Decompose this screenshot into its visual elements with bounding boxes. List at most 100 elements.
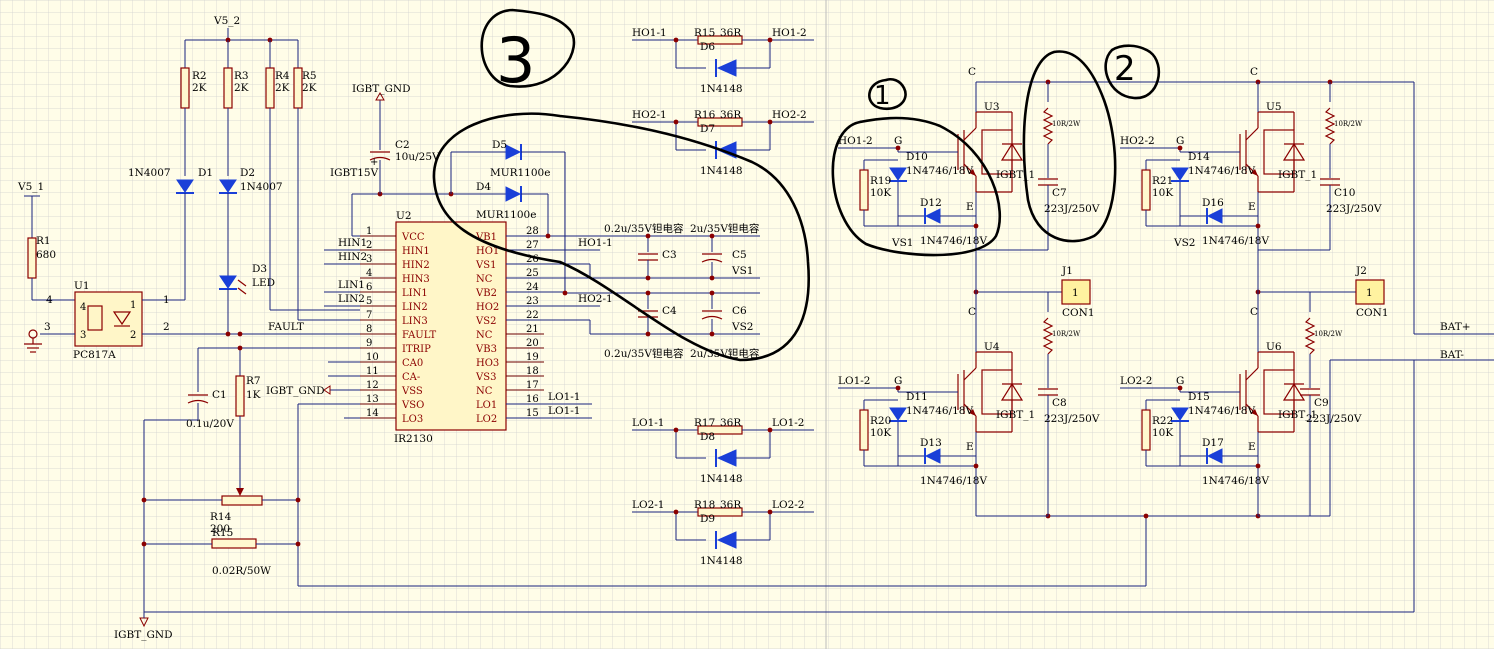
d1-label: D1 xyxy=(198,167,213,179)
u2-pin-num-right: 18 xyxy=(526,366,539,377)
u5-c-pin: C xyxy=(1250,66,1258,78)
r3-value: 2K xyxy=(234,82,249,94)
hin1-net: HIN1 xyxy=(338,237,367,249)
r1-value: 680 xyxy=(36,249,56,261)
d8-label: D8 xyxy=(700,431,715,443)
d9-part: 1N4148 xyxy=(700,555,743,567)
r19-value: 10K xyxy=(870,187,891,199)
u2-pin-num-right: 21 xyxy=(526,324,539,335)
u3-g-pin: G xyxy=(894,135,902,147)
d6-label: D6 xyxy=(700,41,715,53)
u1-part: PC817A xyxy=(73,349,116,361)
u2-pin-num-left: 4 xyxy=(366,268,372,279)
r15-shunt-label: R15 xyxy=(212,527,233,539)
u2-pin-name-right: VB3 xyxy=(475,344,497,355)
d12-part: 1N4746/18V xyxy=(920,235,987,247)
igbt15v-label: IGBT15V xyxy=(330,167,379,179)
r7-value: 1K xyxy=(246,389,261,401)
r16-net-in: HO2-1 xyxy=(632,109,667,121)
u2-pin-name-right: VS2 xyxy=(475,316,496,327)
d16-part: 1N4746/18V xyxy=(1202,235,1269,247)
u2-pin-num-right: 25 xyxy=(526,268,539,279)
r17-value: 36R xyxy=(720,417,742,429)
u2-pin-name-left: HIN2 xyxy=(402,260,430,271)
j1-label: J1 xyxy=(1061,265,1073,277)
u2-pin-name-left: CA0 xyxy=(402,358,423,369)
u5-label: U5 xyxy=(1266,101,1282,113)
u4-part: IGBT_1 xyxy=(996,409,1035,421)
r18-net-out: LO2-2 xyxy=(772,499,805,511)
u2-pin-name-left: LIN2 xyxy=(402,302,428,313)
u2-pin-num-left: 1 xyxy=(366,226,372,237)
r26-value: 10R/2W xyxy=(1314,330,1343,338)
u2-pin-num-right: 28 xyxy=(526,226,539,237)
u2-pin-name-left: HIN1 xyxy=(402,246,430,257)
u2-pin-num-right: 20 xyxy=(526,338,539,349)
u5-g-pin: G xyxy=(1176,135,1184,147)
d14-label: D14 xyxy=(1188,151,1210,163)
c5-label: C5 xyxy=(732,249,747,261)
u2-pin-num-right: 19 xyxy=(526,352,539,363)
c7-label: C7 xyxy=(1052,187,1067,199)
u3-vs-net: VS1 xyxy=(891,237,913,249)
r5-value: 2K xyxy=(302,82,317,94)
u4-g-pin: G xyxy=(894,375,902,387)
vss-gnd-label: IGBT_GND xyxy=(266,385,325,397)
u1-pin-2: 2 xyxy=(163,321,170,333)
u2-part: IR2130 xyxy=(394,433,433,445)
cap-note-bot-1: 0.2u/35V钽电容 xyxy=(604,347,684,360)
u3-c-pin: C xyxy=(968,66,976,78)
vs2-net-a: VS2 xyxy=(731,321,753,333)
r2-label: R2 xyxy=(192,70,207,82)
annotation-2: 2 xyxy=(1114,49,1136,89)
d3-part: LED xyxy=(252,277,275,289)
d4-label: D4 xyxy=(476,181,491,193)
bottom-gnd-label: IGBT_GND xyxy=(114,629,173,641)
d9-label: D9 xyxy=(700,513,715,525)
r15-shunt-value: 0.02R/50W xyxy=(212,565,271,577)
u2-pin-num-left: 10 xyxy=(366,352,379,363)
d6-part: 1N4148 xyxy=(700,83,743,95)
u2-pin-num-right: 17 xyxy=(526,380,539,391)
c2-gnd-label: IGBT_GND xyxy=(352,83,411,95)
u5-e-pin: E xyxy=(1248,201,1256,213)
svg-text:3: 3 xyxy=(80,330,86,341)
u2-pin-name-left: LIN1 xyxy=(402,288,428,299)
r15-net-out: HO1-2 xyxy=(772,27,807,39)
c1-value: 0.1u/20V xyxy=(186,418,234,430)
d10-label: D10 xyxy=(906,151,928,163)
u2-pin-name-left: CA- xyxy=(402,372,420,383)
r16-value: 36R xyxy=(720,109,742,121)
lo1-net: LO1-1 xyxy=(548,391,581,403)
u2-pin-num-left: 6 xyxy=(366,282,372,293)
d11-part: 1N4746/18V xyxy=(906,405,973,417)
u2-pin-name-right: HO3 xyxy=(476,358,499,369)
u1-pin-3: 3 xyxy=(44,321,51,333)
c2-label: C2 xyxy=(395,139,410,151)
r18-label: R18 xyxy=(694,499,715,511)
d13-label: D13 xyxy=(920,437,942,449)
r15-value: 36R xyxy=(720,27,742,39)
svg-text:+: + xyxy=(370,157,378,168)
c6-label: C6 xyxy=(732,305,747,317)
r17-label: R17 xyxy=(694,417,715,429)
ho2-net: HO2-1 xyxy=(578,293,613,305)
r15-label: R15 xyxy=(694,27,715,39)
r18-net-in: LO2-1 xyxy=(632,499,665,511)
j1-pin: 1 xyxy=(1072,287,1079,299)
d1-part: 1N4007 xyxy=(128,167,171,179)
u6-g-pin: G xyxy=(1176,375,1184,387)
r16-net-out: HO2-2 xyxy=(772,109,807,121)
d11-label: D11 xyxy=(906,391,928,403)
vs1-net-a: VS1 xyxy=(731,265,753,277)
d15-label: D15 xyxy=(1188,391,1210,403)
u2-pin-num-right: 27 xyxy=(526,240,539,251)
u6-c-pin: C xyxy=(1250,306,1258,318)
u2-pin-name-left: LIN3 xyxy=(402,316,428,327)
d8-part: 1N4148 xyxy=(700,473,743,485)
r22-value: 10K xyxy=(1152,427,1173,439)
u2-pin-num-right: 22 xyxy=(526,310,539,321)
c10-value: 223J/250V xyxy=(1326,203,1382,215)
lin2-net: LIN2 xyxy=(338,293,365,305)
annotation-1: 1 xyxy=(874,81,891,111)
